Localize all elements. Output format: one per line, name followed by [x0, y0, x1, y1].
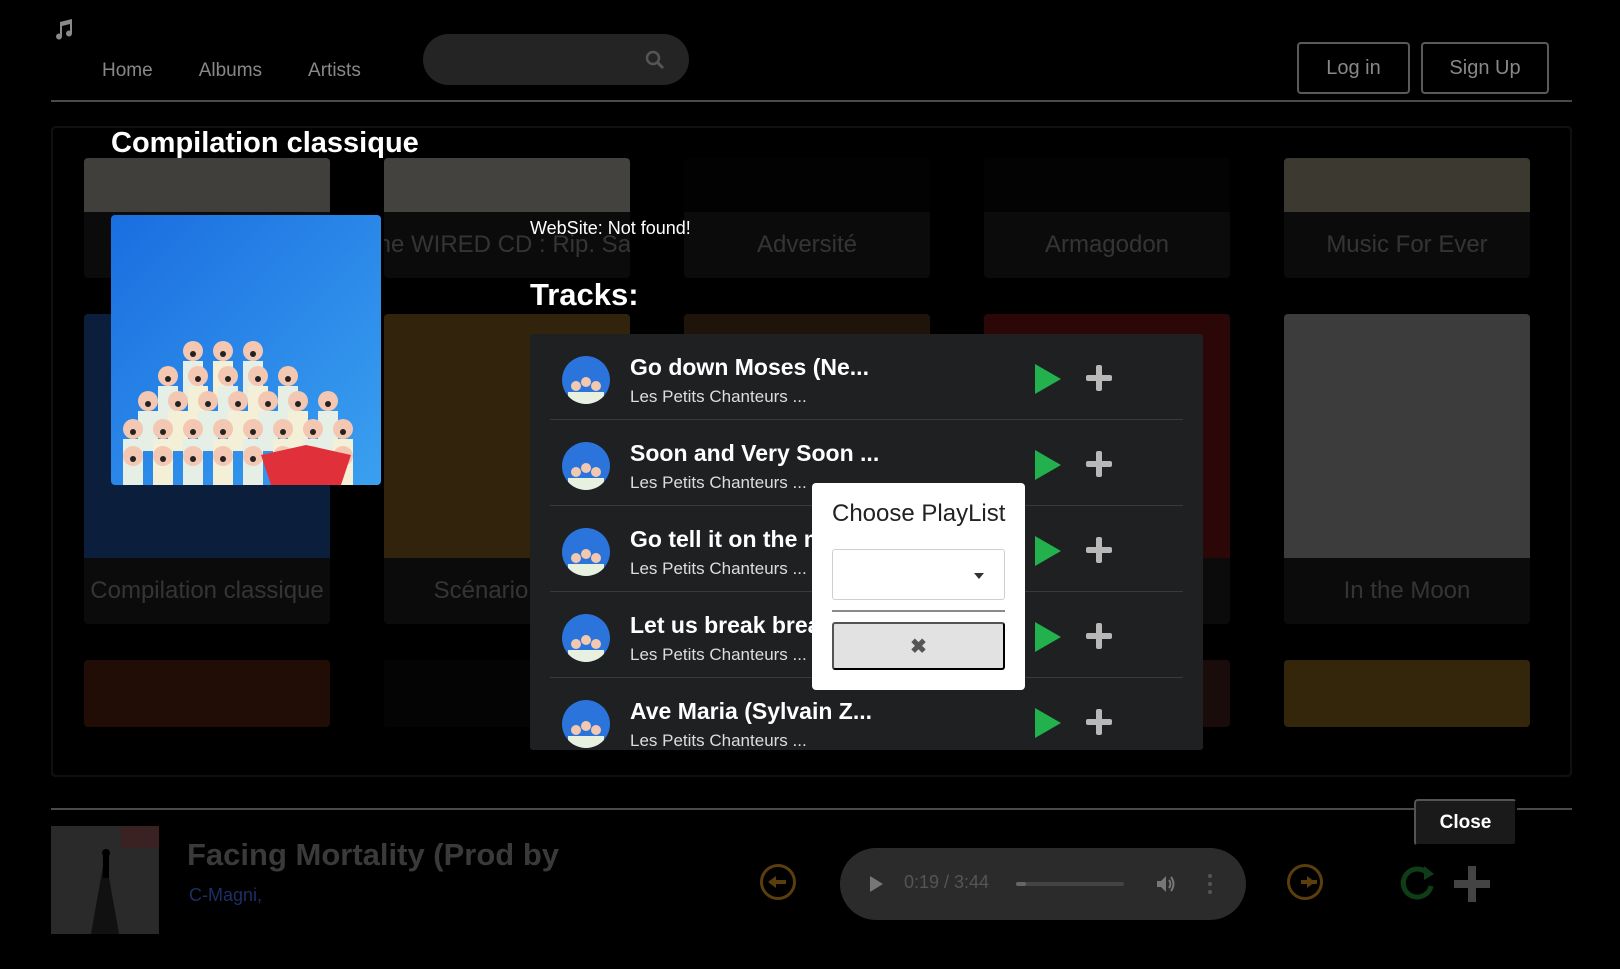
- track-name: Let us break brea: [630, 612, 821, 638]
- track-thumbnail: [562, 614, 610, 662]
- more-vertical-icon[interactable]: [1208, 874, 1212, 898]
- track-artist: Les Petits Chanteurs ...: [630, 645, 807, 664]
- plus-icon[interactable]: [1085, 536, 1113, 564]
- player-divider: [51, 808, 1572, 810]
- now-playing-artist[interactable]: C-Magni,: [189, 885, 262, 906]
- tracks-heading: Tracks:: [530, 277, 639, 312]
- now-playing-cover: [51, 826, 159, 934]
- audio-progress-fill: [1016, 882, 1026, 886]
- main-nav: Home Albums Artists: [102, 60, 361, 82]
- arrow-left-circle-icon[interactable]: [760, 864, 796, 900]
- track-thumbnail: [562, 700, 610, 748]
- chevron-down-icon[interactable]: [974, 573, 984, 579]
- track-artist: Les Petits Chanteurs ...: [630, 473, 807, 492]
- album-cover: [111, 215, 381, 485]
- plus-icon[interactable]: [1085, 622, 1113, 650]
- nav-artists[interactable]: Artists: [308, 60, 361, 82]
- play-icon[interactable]: [1035, 364, 1061, 394]
- audio-time: 0:19 / 3:44: [904, 872, 990, 892]
- play-icon[interactable]: [1035, 622, 1061, 652]
- play-icon[interactable]: [870, 876, 883, 892]
- popup-divider: [832, 610, 1005, 612]
- now-playing-title: Facing Mortality (Prod by: [187, 837, 560, 872]
- close-button[interactable]: Close: [1414, 799, 1517, 846]
- album-modal-title: Compilation classique: [111, 127, 419, 159]
- popup-close-button[interactable]: ✖: [832, 622, 1005, 670]
- playlist-select[interactable]: [832, 549, 1005, 600]
- play-icon[interactable]: [1035, 708, 1061, 738]
- audio-progress[interactable]: [1016, 882, 1124, 886]
- track-name: Go tell it on the m: [630, 526, 825, 552]
- album-website: WebSite: Not found!: [530, 218, 691, 238]
- track-row[interactable]: Go down Moses (Ne... Les Petits Chanteur…: [550, 334, 1183, 420]
- track-name: Ave Maria (Sylvain Z...: [630, 698, 873, 724]
- signup-button[interactable]: Sign Up: [1421, 42, 1549, 94]
- plus-icon[interactable]: [1454, 866, 1490, 902]
- play-icon[interactable]: [1035, 536, 1061, 566]
- plus-icon[interactable]: [1085, 450, 1113, 478]
- header-divider: [51, 100, 1572, 102]
- track-name: Soon and Very Soon ...: [630, 440, 880, 466]
- choose-playlist-popup: Choose PlayList ✖: [812, 483, 1025, 690]
- track-thumbnail: [562, 528, 610, 576]
- nav-albums[interactable]: Albums: [199, 60, 262, 82]
- login-button[interactable]: Log in: [1297, 42, 1410, 94]
- track-thumbnail: [562, 356, 610, 404]
- track-thumbnail: [562, 442, 610, 490]
- track-artist: Les Petits Chanteurs ...: [630, 731, 807, 750]
- plus-icon[interactable]: [1085, 364, 1113, 392]
- search-input[interactable]: [423, 34, 689, 85]
- track-name: Go down Moses (Ne...: [630, 354, 869, 380]
- nav-home[interactable]: Home: [102, 60, 153, 82]
- track-artist: Les Petits Chanteurs ...: [630, 387, 807, 406]
- volume-icon[interactable]: [1155, 874, 1177, 894]
- repeat-icon[interactable]: [1398, 864, 1436, 902]
- audio-player[interactable]: 0:19 / 3:44: [840, 848, 1246, 920]
- plus-icon[interactable]: [1085, 708, 1113, 736]
- search-icon[interactable]: [645, 50, 665, 70]
- choose-playlist-title: Choose PlayList: [832, 500, 1006, 527]
- music-note-icon[interactable]: [52, 18, 76, 42]
- track-artist: Les Petits Chanteurs ...: [630, 559, 807, 578]
- play-icon[interactable]: [1035, 450, 1061, 480]
- arrow-right-circle-icon[interactable]: [1287, 864, 1323, 900]
